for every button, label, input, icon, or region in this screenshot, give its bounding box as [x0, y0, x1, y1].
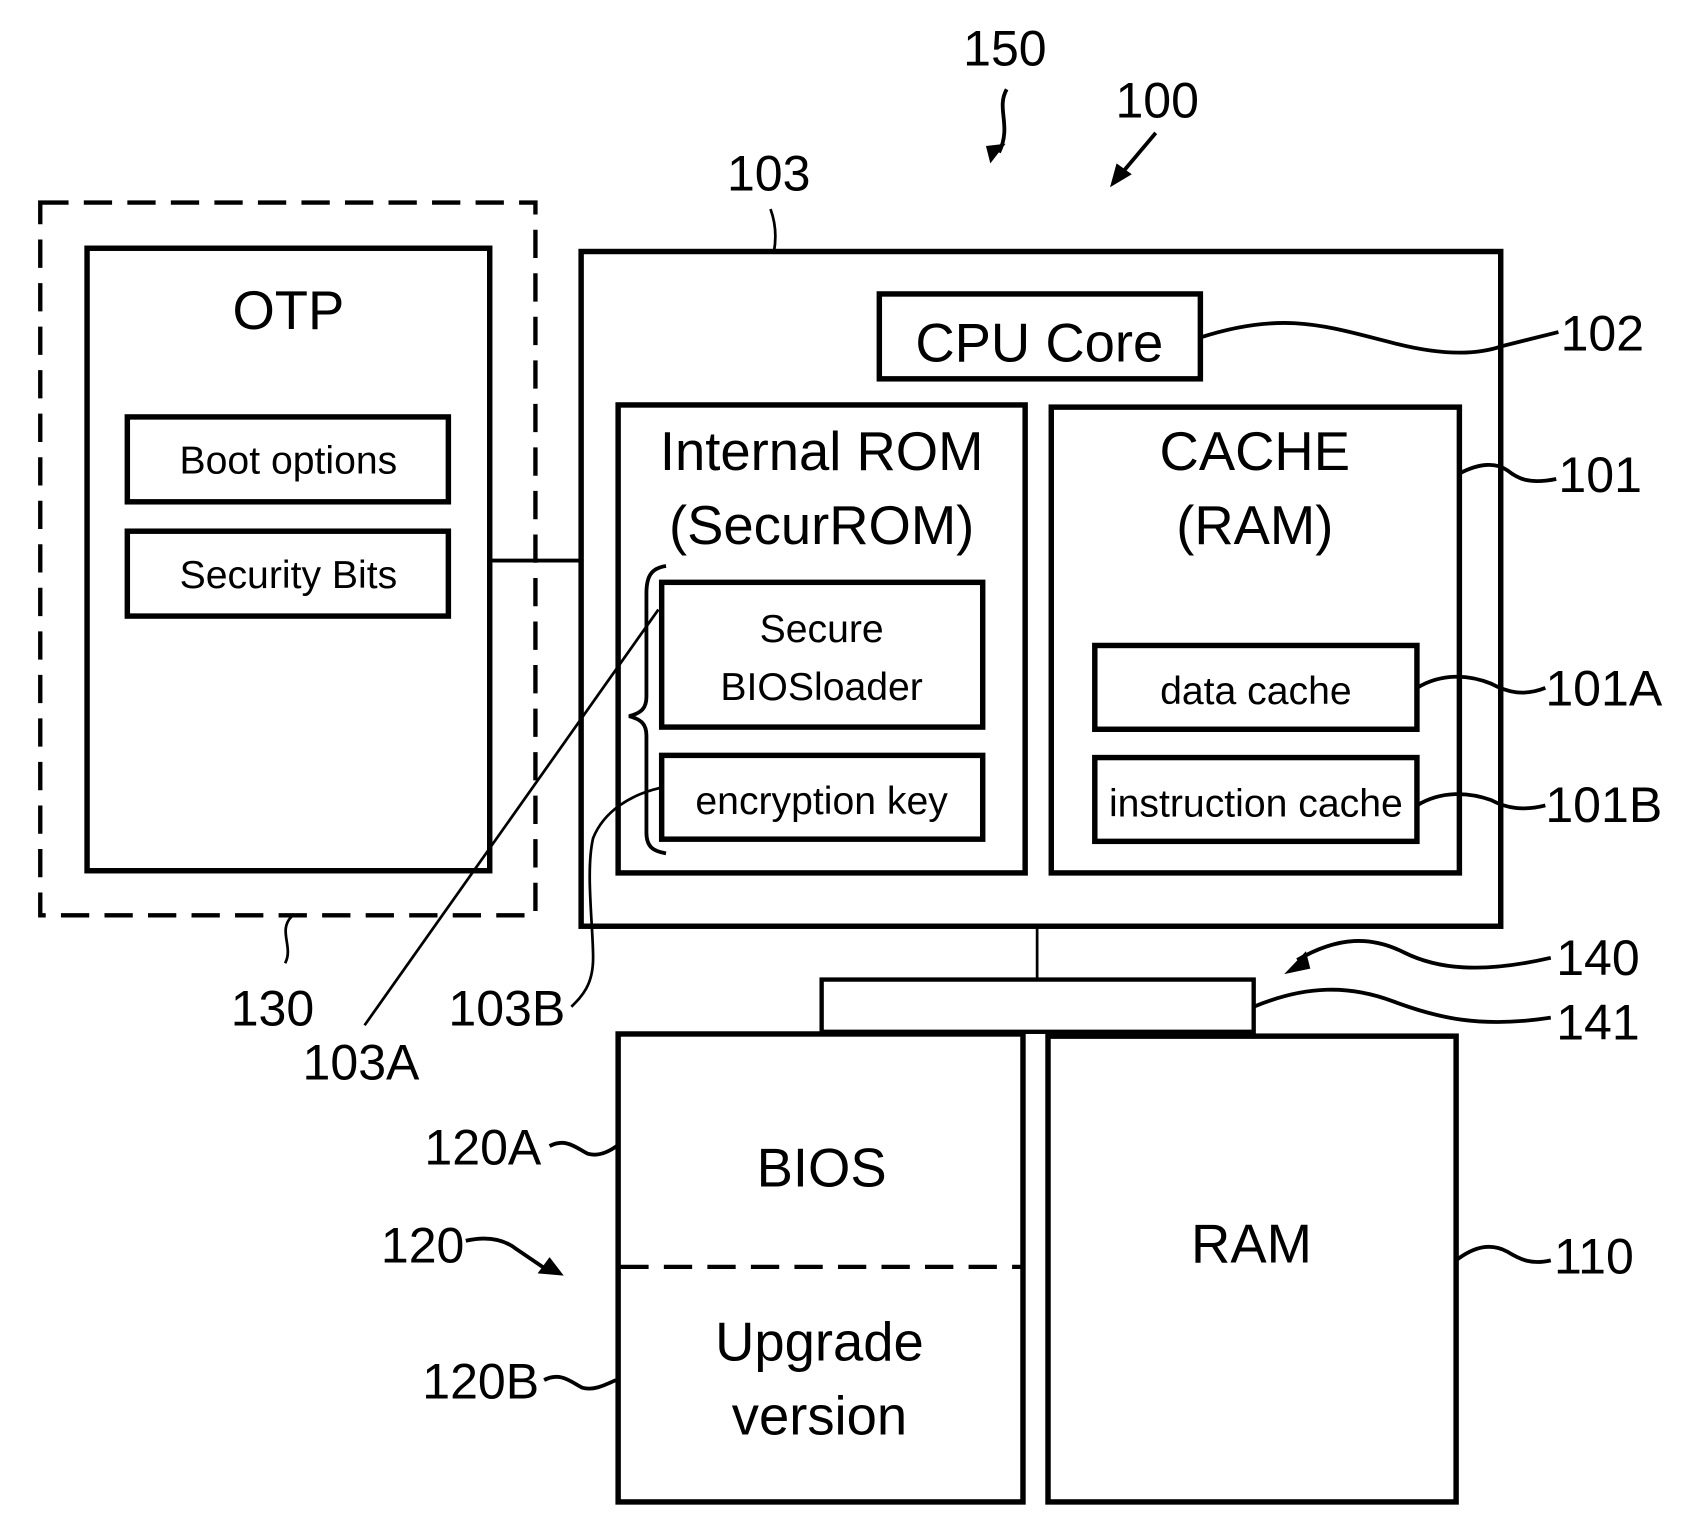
ref-150-arrowhead: [985, 143, 1006, 164]
instruction-cache-label: instruction cache: [1109, 782, 1403, 825]
ram-label: RAM: [1191, 1214, 1312, 1275]
ref-130: 130: [231, 980, 315, 1036]
ref-101b: 101B: [1545, 777, 1662, 833]
upgrade-version-line2: version: [732, 1385, 907, 1446]
encryption-key-label: encryption key: [695, 780, 948, 823]
ref-103a: 103A: [303, 1035, 421, 1091]
ref-120: 120: [381, 1218, 465, 1274]
ref-110-leader: [1454, 1244, 1552, 1264]
ref-101: 101: [1558, 447, 1642, 503]
ref-140: 140: [1556, 930, 1640, 986]
ref-150: 150: [963, 20, 1047, 76]
ref-130-leader: [283, 915, 293, 964]
ref-110: 110: [1554, 1228, 1634, 1284]
secure-bios-loader-line1: Secure: [760, 608, 884, 651]
secure-bios-loader-line2: BIOSloader: [720, 666, 922, 709]
ref-140-arrowhead: [1284, 951, 1311, 975]
ref-120a: 120A: [424, 1120, 542, 1176]
ref-102: 102: [1561, 306, 1645, 362]
otp-title: OTP: [232, 280, 344, 341]
ref-120b-leader: [543, 1374, 617, 1391]
internal-rom-subtitle: (SecurROM): [669, 495, 974, 556]
ref-120a-leader: [548, 1140, 620, 1157]
otp-boot-options-label: Boot options: [180, 440, 398, 483]
block-diagram: 150 100 103 OTP Boot options Security Bi…: [38, 20, 1663, 1505]
ref-120-leader: [465, 1236, 546, 1270]
bus-block: [819, 977, 1256, 1034]
ref-101a: 101A: [1545, 660, 1663, 716]
cache-subtitle: (RAM): [1176, 495, 1333, 556]
bios-label: BIOS: [757, 1137, 887, 1198]
internal-rom-title: Internal ROM: [660, 421, 984, 482]
otp-security-bits-label: Security Bits: [180, 554, 398, 597]
data-cache-label: data cache: [1160, 670, 1352, 713]
ref-103b: 103B: [448, 980, 565, 1036]
ref-103: 103: [727, 146, 811, 202]
ref-120b: 120B: [422, 1354, 539, 1410]
cpu-core-label: CPU Core: [915, 312, 1163, 373]
ref-150-leader: [997, 88, 1009, 154]
ref-140-leader: [1296, 939, 1552, 970]
ref-100: 100: [1115, 73, 1199, 129]
ref-141: 141: [1556, 994, 1640, 1050]
ref-141-leader: [1252, 987, 1552, 1024]
upgrade-version-line1: Upgrade: [715, 1311, 924, 1372]
cache-title: CACHE: [1160, 421, 1350, 482]
ref-100-leader: [1119, 131, 1158, 176]
